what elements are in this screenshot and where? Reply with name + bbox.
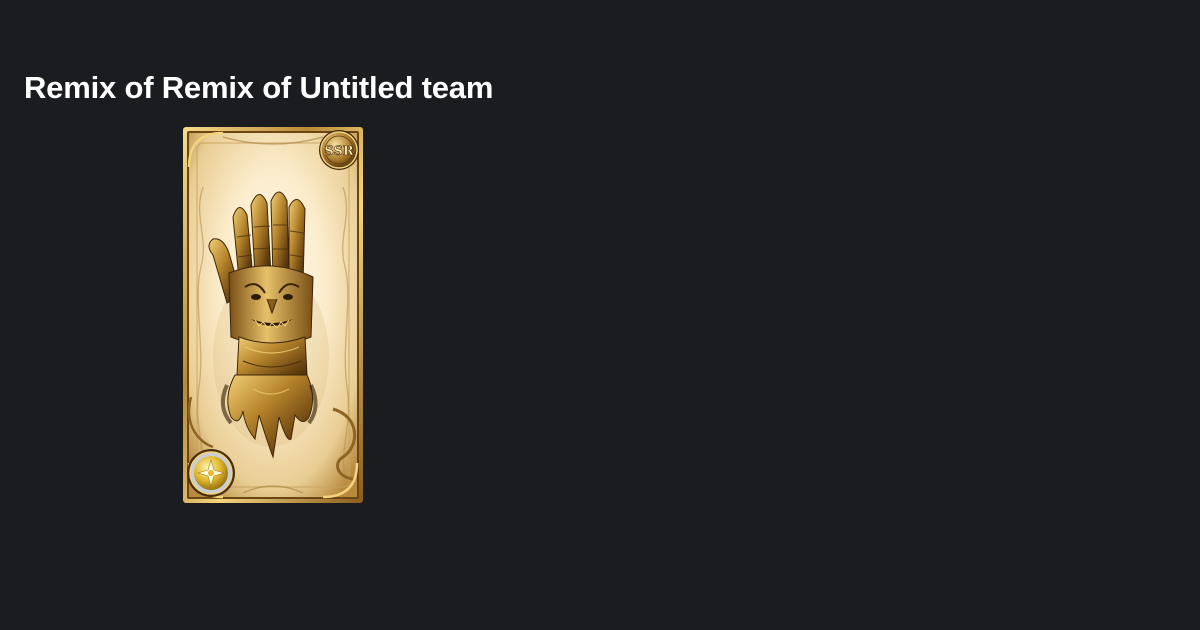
- weapon-card[interactable]: SSR: [183, 127, 363, 503]
- rarity-badge-label: SSR: [324, 144, 353, 159]
- page-title: Remix of Remix of Untitled team: [24, 70, 494, 105]
- rarity-badge: SSR: [319, 130, 359, 170]
- light-element-icon: [187, 449, 235, 497]
- weapon-card-art: SSR: [183, 127, 363, 503]
